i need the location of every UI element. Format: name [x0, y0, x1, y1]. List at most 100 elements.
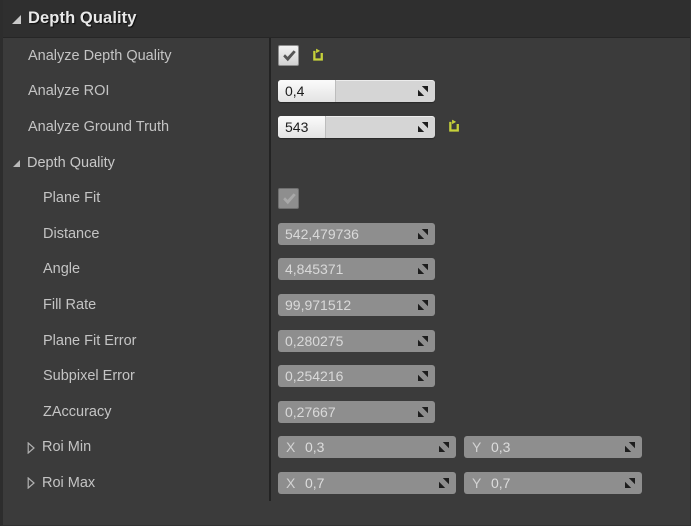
vector-field-roi-min-x[interactable]: X 0,3: [278, 436, 456, 459]
property-row-plane-fit-error: Plane Fit Error 0,280275: [3, 322, 690, 359]
property-value-cell-depth-quality-group: [271, 145, 690, 181]
value-field-fill-rate[interactable]: 99,971512: [278, 293, 435, 316]
revert-arrow-icon[interactable]: [311, 48, 326, 63]
property-value-cell-angle: 4,845371: [271, 252, 690, 288]
drag-handle-icon[interactable]: [417, 299, 429, 311]
property-label-cell-analyze-ground-truth: Analyze Ground Truth: [3, 109, 271, 145]
property-label-cell-zaccuracy: ZAccuracy: [3, 393, 271, 430]
drag-handle-icon[interactable]: [624, 441, 636, 453]
property-value-cell-analyze-ground-truth: 543: [271, 109, 690, 145]
value-field-distance[interactable]: 542,479736: [278, 222, 435, 245]
property-label-subpixel-error: Subpixel Error: [43, 368, 135, 385]
drag-handle-icon[interactable]: [438, 477, 450, 489]
value-field-subpixel-error[interactable]: 0,254216: [278, 365, 435, 388]
property-label-analyze-roi: Analyze ROI: [28, 83, 110, 100]
value-text-subpixel-error: 0,254216: [285, 368, 344, 385]
property-label-cell-roi-max: Roi Max: [3, 465, 271, 501]
axis-value-x: 0,3: [305, 439, 325, 456]
property-row-roi-min: Roi Min X 0,3 Y 0,3: [3, 429, 690, 466]
property-label-cell-angle: Angle: [3, 251, 271, 288]
property-label-roi-min: Roi Min: [42, 439, 92, 456]
drag-handle-icon[interactable]: [417, 370, 429, 382]
property-label-cell-subpixel-error: Subpixel Error: [3, 358, 271, 394]
property-label-fill-rate: Fill Rate: [43, 296, 97, 313]
property-label-cell-distance: Distance: [3, 215, 271, 252]
property-row-angle: Angle 4,845371: [3, 251, 690, 288]
property-row-fill-rate: Fill Rate 99,971512: [3, 287, 690, 323]
property-value-cell-zaccuracy: 0,27667: [271, 394, 690, 430]
drag-handle-icon[interactable]: [624, 477, 636, 489]
value-field-zaccuracy[interactable]: 0,27667: [278, 400, 435, 423]
drag-handle-icon[interactable]: [417, 85, 429, 97]
axis-label-y: Y: [472, 439, 482, 456]
axis-label-y: Y: [472, 474, 482, 491]
drag-handle-icon[interactable]: [417, 263, 429, 275]
details-panel: Depth Quality Analyze Depth Quality Analy…: [0, 0, 691, 526]
axis-value-y: 0,7: [491, 474, 511, 491]
slider-value-analyze-roi: 0,4: [285, 83, 305, 100]
axis-label-x: X: [286, 474, 296, 491]
property-label-cell-plane-fit-error: Plane Fit Error: [3, 322, 271, 359]
property-row-analyze-roi: Analyze ROI 0,4: [3, 73, 690, 110]
property-value-cell-fill-rate: 99,971512: [271, 287, 690, 323]
drag-handle-icon[interactable]: [438, 441, 450, 453]
property-value-cell-roi-max: X 0,7 Y 0,7: [271, 465, 690, 501]
property-label-plane-fit: Plane Fit: [43, 190, 101, 207]
property-value-cell-plane-fit: [271, 180, 690, 216]
slider-input-analyze-ground-truth[interactable]: 543: [278, 115, 435, 138]
value-text-zaccuracy: 0,27667: [285, 403, 336, 420]
triangle-down-icon[interactable]: [13, 160, 20, 168]
property-value-cell-analyze-roi: 0,4: [271, 74, 690, 110]
axis-value-y: 0,3: [491, 439, 511, 456]
property-label-cell-plane-fit: Plane Fit: [3, 180, 271, 216]
drag-handle-icon[interactable]: [417, 335, 429, 347]
axis-label-x: X: [286, 439, 296, 456]
value-text-angle: 4,845371: [285, 261, 344, 278]
property-label-cell-analyze-depth-quality: Analyze Depth Quality: [3, 38, 271, 74]
drag-handle-icon[interactable]: [417, 228, 429, 240]
property-value-cell-distance: 542,479736: [271, 216, 690, 252]
property-label-cell-roi-min: Roi Min: [3, 429, 271, 466]
value-text-distance: 542,479736: [285, 225, 359, 242]
property-row-zaccuracy: ZAccuracy 0,27667: [3, 393, 690, 430]
value-field-plane-fit-error[interactable]: 0,280275: [278, 329, 435, 352]
property-label-cell-fill-rate: Fill Rate: [3, 287, 271, 323]
axis-value-x: 0,7: [305, 474, 325, 491]
slider-value-analyze-ground-truth: 543: [285, 118, 309, 135]
vector-field-roi-max-y[interactable]: Y 0,7: [464, 471, 642, 494]
revert-arrow-icon[interactable]: [447, 119, 462, 134]
property-label-plane-fit-error: Plane Fit Error: [43, 332, 137, 349]
category-header-depth-quality[interactable]: Depth Quality: [3, 0, 690, 38]
property-value-cell-subpixel-error: 0,254216: [271, 358, 690, 394]
value-text-fill-rate: 99,971512: [285, 296, 352, 313]
drag-handle-icon[interactable]: [417, 121, 429, 133]
drag-handle-icon[interactable]: [417, 406, 429, 418]
property-row-roi-max: Roi Max X 0,7 Y 0,7: [3, 465, 690, 501]
property-label-distance: Distance: [43, 225, 100, 242]
triangle-right-icon[interactable]: [26, 441, 36, 454]
property-label-zaccuracy: ZAccuracy: [43, 403, 112, 420]
property-label-analyze-depth-quality: Analyze Depth Quality: [28, 47, 172, 64]
property-label-analyze-ground-truth: Analyze Ground Truth: [28, 118, 170, 135]
property-row-depth-quality-group: Depth Quality: [3, 144, 690, 181]
triangle-down-icon[interactable]: [12, 15, 21, 24]
property-row-distance: Distance 542,479736: [3, 215, 690, 252]
property-value-cell-plane-fit-error: 0,280275: [271, 323, 690, 359]
property-rows: Analyze Depth Quality Analyze ROI 0,4 Analy…: [3, 38, 690, 501]
property-label-cell-depth-quality-group: Depth Quality: [3, 144, 271, 181]
property-row-plane-fit: Plane Fit: [3, 180, 690, 216]
property-row-analyze-ground-truth: Analyze Ground Truth 543: [3, 109, 690, 145]
property-value-cell-analyze-depth-quality: [271, 38, 690, 74]
property-label-roi-max: Roi Max: [42, 474, 96, 491]
value-field-angle[interactable]: 4,845371: [278, 258, 435, 281]
property-label-angle: Angle: [43, 261, 81, 278]
property-value-cell-roi-min: X 0,3 Y 0,3: [271, 430, 690, 466]
checkbox-plane-fit: [278, 187, 299, 209]
property-label-depth-quality-group: Depth Quality: [27, 154, 115, 171]
checkbox-analyze-depth-quality[interactable]: [278, 45, 299, 67]
vector-field-roi-min-y[interactable]: Y 0,3: [464, 436, 642, 459]
vector-field-roi-max-x[interactable]: X 0,7: [278, 471, 456, 494]
value-text-plane-fit-error: 0,280275: [285, 332, 344, 349]
triangle-right-icon[interactable]: [26, 477, 36, 490]
slider-input-analyze-roi[interactable]: 0,4: [278, 80, 435, 103]
